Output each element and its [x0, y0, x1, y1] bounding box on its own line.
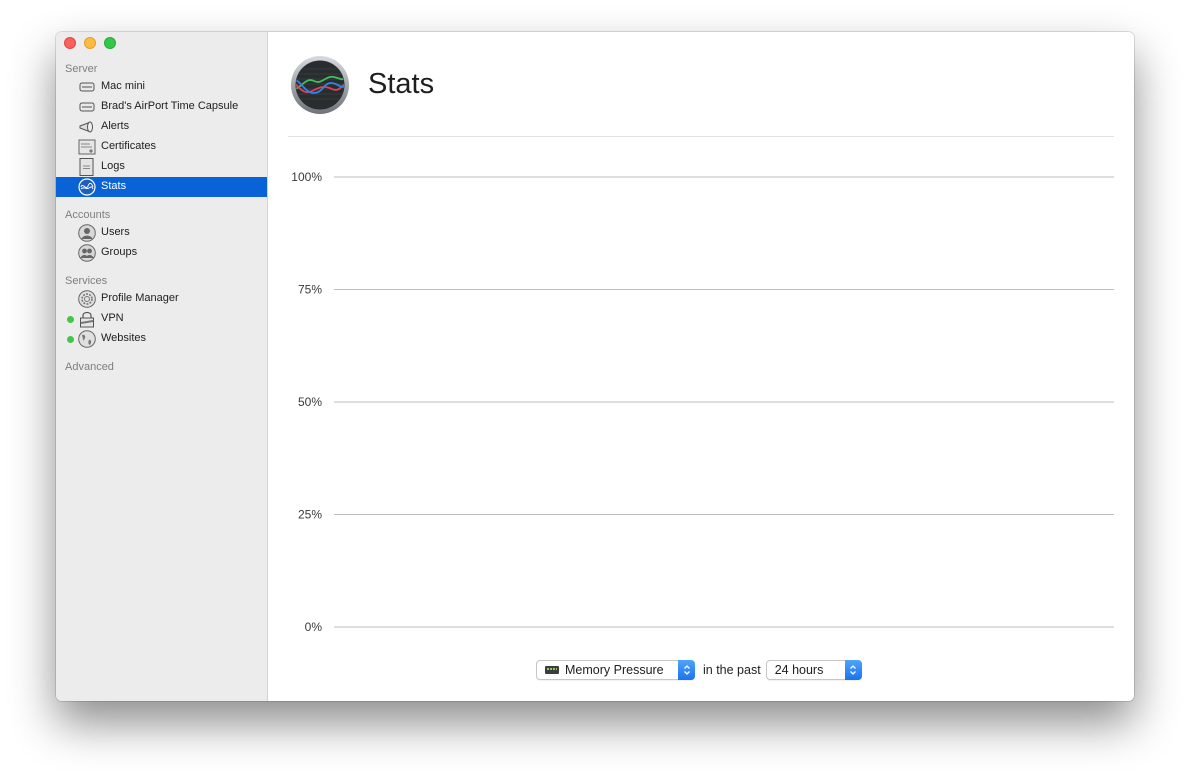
time-capsule-icon: [79, 102, 95, 112]
window-controls: [64, 37, 116, 49]
metric-popup-stepper[interactable]: [678, 660, 695, 680]
stats-icon: [78, 178, 96, 196]
y-tick-label: 50%: [298, 395, 322, 409]
lock-icon: [80, 311, 94, 328]
globe-icon: [78, 330, 96, 348]
section-advanced[interactable]: Advanced: [65, 361, 114, 373]
sidebar-item-label: Stats: [101, 180, 127, 192]
sidebar-item-logs[interactable]: Logs: [56, 157, 267, 177]
up-down-chevron-icon: [683, 665, 690, 675]
section-server[interactable]: Server: [65, 63, 97, 75]
stats-pane: Stats 100% 75% 50% 25% 0% Memory Pressure in…: [268, 32, 1134, 701]
close-window-button[interactable]: [64, 37, 76, 49]
stats-chart: 100% 75% 50% 25% 0%: [291, 170, 1114, 634]
sidebar-item-alerts[interactable]: Alerts: [56, 117, 267, 137]
y-tick-label: 75%: [298, 283, 322, 297]
y-tick-label: 100%: [291, 170, 322, 184]
sidebar-item-mac-mini[interactable]: Mac mini: [56, 77, 267, 97]
minimize-window-button[interactable]: [84, 37, 96, 49]
server-app-window: Server Mac mini Brad's AirPort Time Caps…: [56, 32, 1134, 701]
sidebar-item-label: Logs: [101, 160, 125, 172]
sidebar-item-label: Alerts: [101, 120, 130, 132]
sidebar-item-websites[interactable]: Websites: [56, 329, 267, 349]
sidebar-item-certificates[interactable]: Certificates: [56, 137, 267, 157]
y-tick-label: 25%: [298, 508, 322, 522]
sidebar-item-label: Certificates: [101, 140, 157, 152]
sidebar: Server Mac mini Brad's AirPort Time Caps…: [56, 32, 268, 701]
zoom-window-button[interactable]: [104, 37, 116, 49]
section-services[interactable]: Services: [65, 275, 107, 287]
sidebar-item-groups[interactable]: Groups: [56, 243, 267, 263]
sidebar-item-label: Mac mini: [101, 80, 146, 92]
sidebar-item-label: Websites: [101, 332, 147, 344]
section-accounts[interactable]: Accounts: [65, 209, 110, 221]
log-document-icon: [79, 158, 94, 176]
sidebar-item-profile-manager[interactable]: Profile Manager: [56, 289, 267, 309]
metric-value: Memory Pressure: [565, 663, 664, 677]
sidebar-item-vpn[interactable]: VPN: [56, 309, 267, 329]
metric-popup[interactable]: Memory Pressure: [536, 660, 695, 680]
up-down-chevron-icon: [850, 665, 857, 675]
time-range-popup-stepper[interactable]: [844, 660, 862, 680]
time-range-value: 24 hours: [774, 663, 824, 677]
service-running-indicator: [67, 316, 74, 323]
y-axis: 100% 75% 50% 25% 0%: [291, 170, 1114, 634]
sidebar-item-label: Brad's AirPort Time Capsule: [101, 100, 239, 112]
mac-mini-icon: [79, 82, 95, 92]
connector-label: in the past: [703, 663, 761, 677]
sidebar-item-label: Profile Manager: [101, 292, 179, 304]
sidebar-item-label: Users: [101, 226, 130, 238]
sidebar-item-stats[interactable]: Stats: [56, 177, 267, 197]
time-range-popup[interactable]: 24 hours: [765, 660, 862, 680]
sidebar-item-time-capsule[interactable]: Brad's AirPort Time Capsule: [56, 97, 267, 117]
certificate-icon: [78, 139, 96, 155]
group-icon: [78, 244, 96, 262]
sidebar-item-label: VPN: [101, 312, 124, 324]
megaphone-icon: [79, 121, 93, 133]
sidebar-item-label: Groups: [101, 246, 138, 258]
user-icon: [78, 224, 96, 242]
memory-icon: [545, 666, 559, 674]
sidebar-item-users[interactable]: Users: [56, 223, 267, 243]
service-running-indicator: [67, 336, 74, 343]
chart-controls: Memory Pressure in the past 24 hours: [536, 660, 862, 680]
y-tick-label: 0%: [305, 620, 323, 634]
gear-icon: [78, 290, 96, 308]
